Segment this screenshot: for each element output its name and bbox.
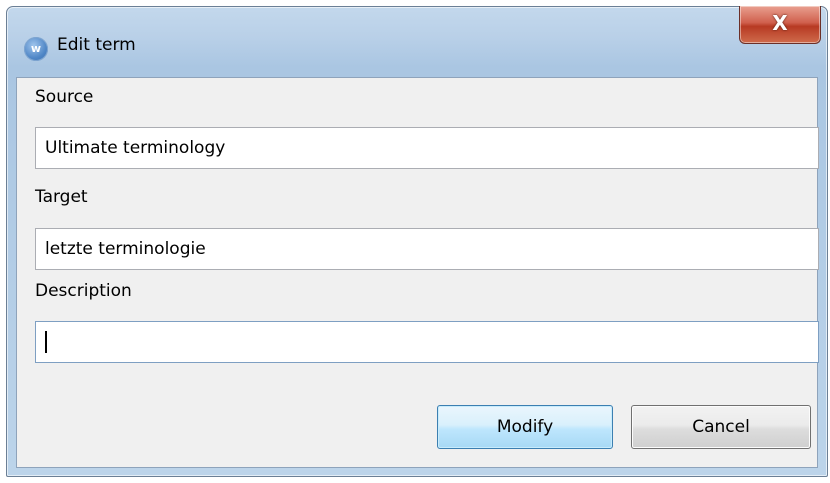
app-logo-icon: w [24,37,48,61]
window-title: Edit term [57,35,136,55]
description-field[interactable] [35,321,819,363]
edit-term-dialog: w Edit term X Source Target Description … [6,6,828,477]
target-field[interactable] [35,228,819,270]
close-icon: X [772,11,788,35]
text-caret [45,331,47,353]
description-label: Description [35,281,132,301]
target-label: Target [35,187,88,207]
source-label: Source [35,87,94,107]
title-bar[interactable]: w Edit term X [7,6,827,75]
cancel-button[interactable]: Cancel [631,405,811,449]
source-field[interactable] [35,127,819,169]
dialog-body: Source Target Description Modify Cancel [16,77,819,468]
close-button[interactable]: X [739,6,821,44]
modify-button[interactable]: Modify [437,405,613,449]
